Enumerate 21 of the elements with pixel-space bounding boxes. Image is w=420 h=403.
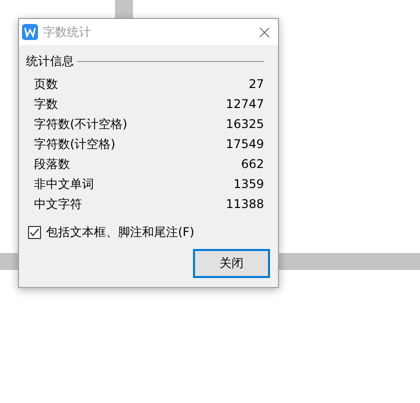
close-icon[interactable] bbox=[259, 26, 270, 38]
stat-value: 27 bbox=[248, 77, 264, 91]
stat-value: 1359 bbox=[233, 177, 264, 191]
stat-label: 字符数(计空格) bbox=[34, 136, 116, 152]
window-title: 字数统计 bbox=[43, 24, 92, 40]
section-title: 统计信息 bbox=[26, 52, 74, 70]
stat-value: 12747 bbox=[226, 97, 264, 111]
close-button[interactable]: 关闭 bbox=[193, 249, 270, 278]
stat-label: 段落数 bbox=[34, 156, 70, 172]
stat-label: 中文字符 bbox=[34, 196, 82, 212]
stat-label: 非中文单词 bbox=[34, 176, 94, 192]
stat-value: 16325 bbox=[226, 117, 264, 131]
stat-value: 11388 bbox=[226, 197, 264, 211]
checkbox-label[interactable]: 包括文本框、脚注和尾注(F) bbox=[46, 224, 194, 241]
checkbox[interactable] bbox=[28, 226, 41, 239]
app-logo-icon bbox=[22, 24, 38, 40]
stat-label: 字符数(不计空格) bbox=[34, 116, 128, 132]
stat-value: 662 bbox=[241, 157, 264, 171]
stat-label: 页数 bbox=[34, 76, 58, 92]
stat-label: 字数 bbox=[34, 96, 58, 112]
stat-value: 17549 bbox=[226, 137, 264, 151]
